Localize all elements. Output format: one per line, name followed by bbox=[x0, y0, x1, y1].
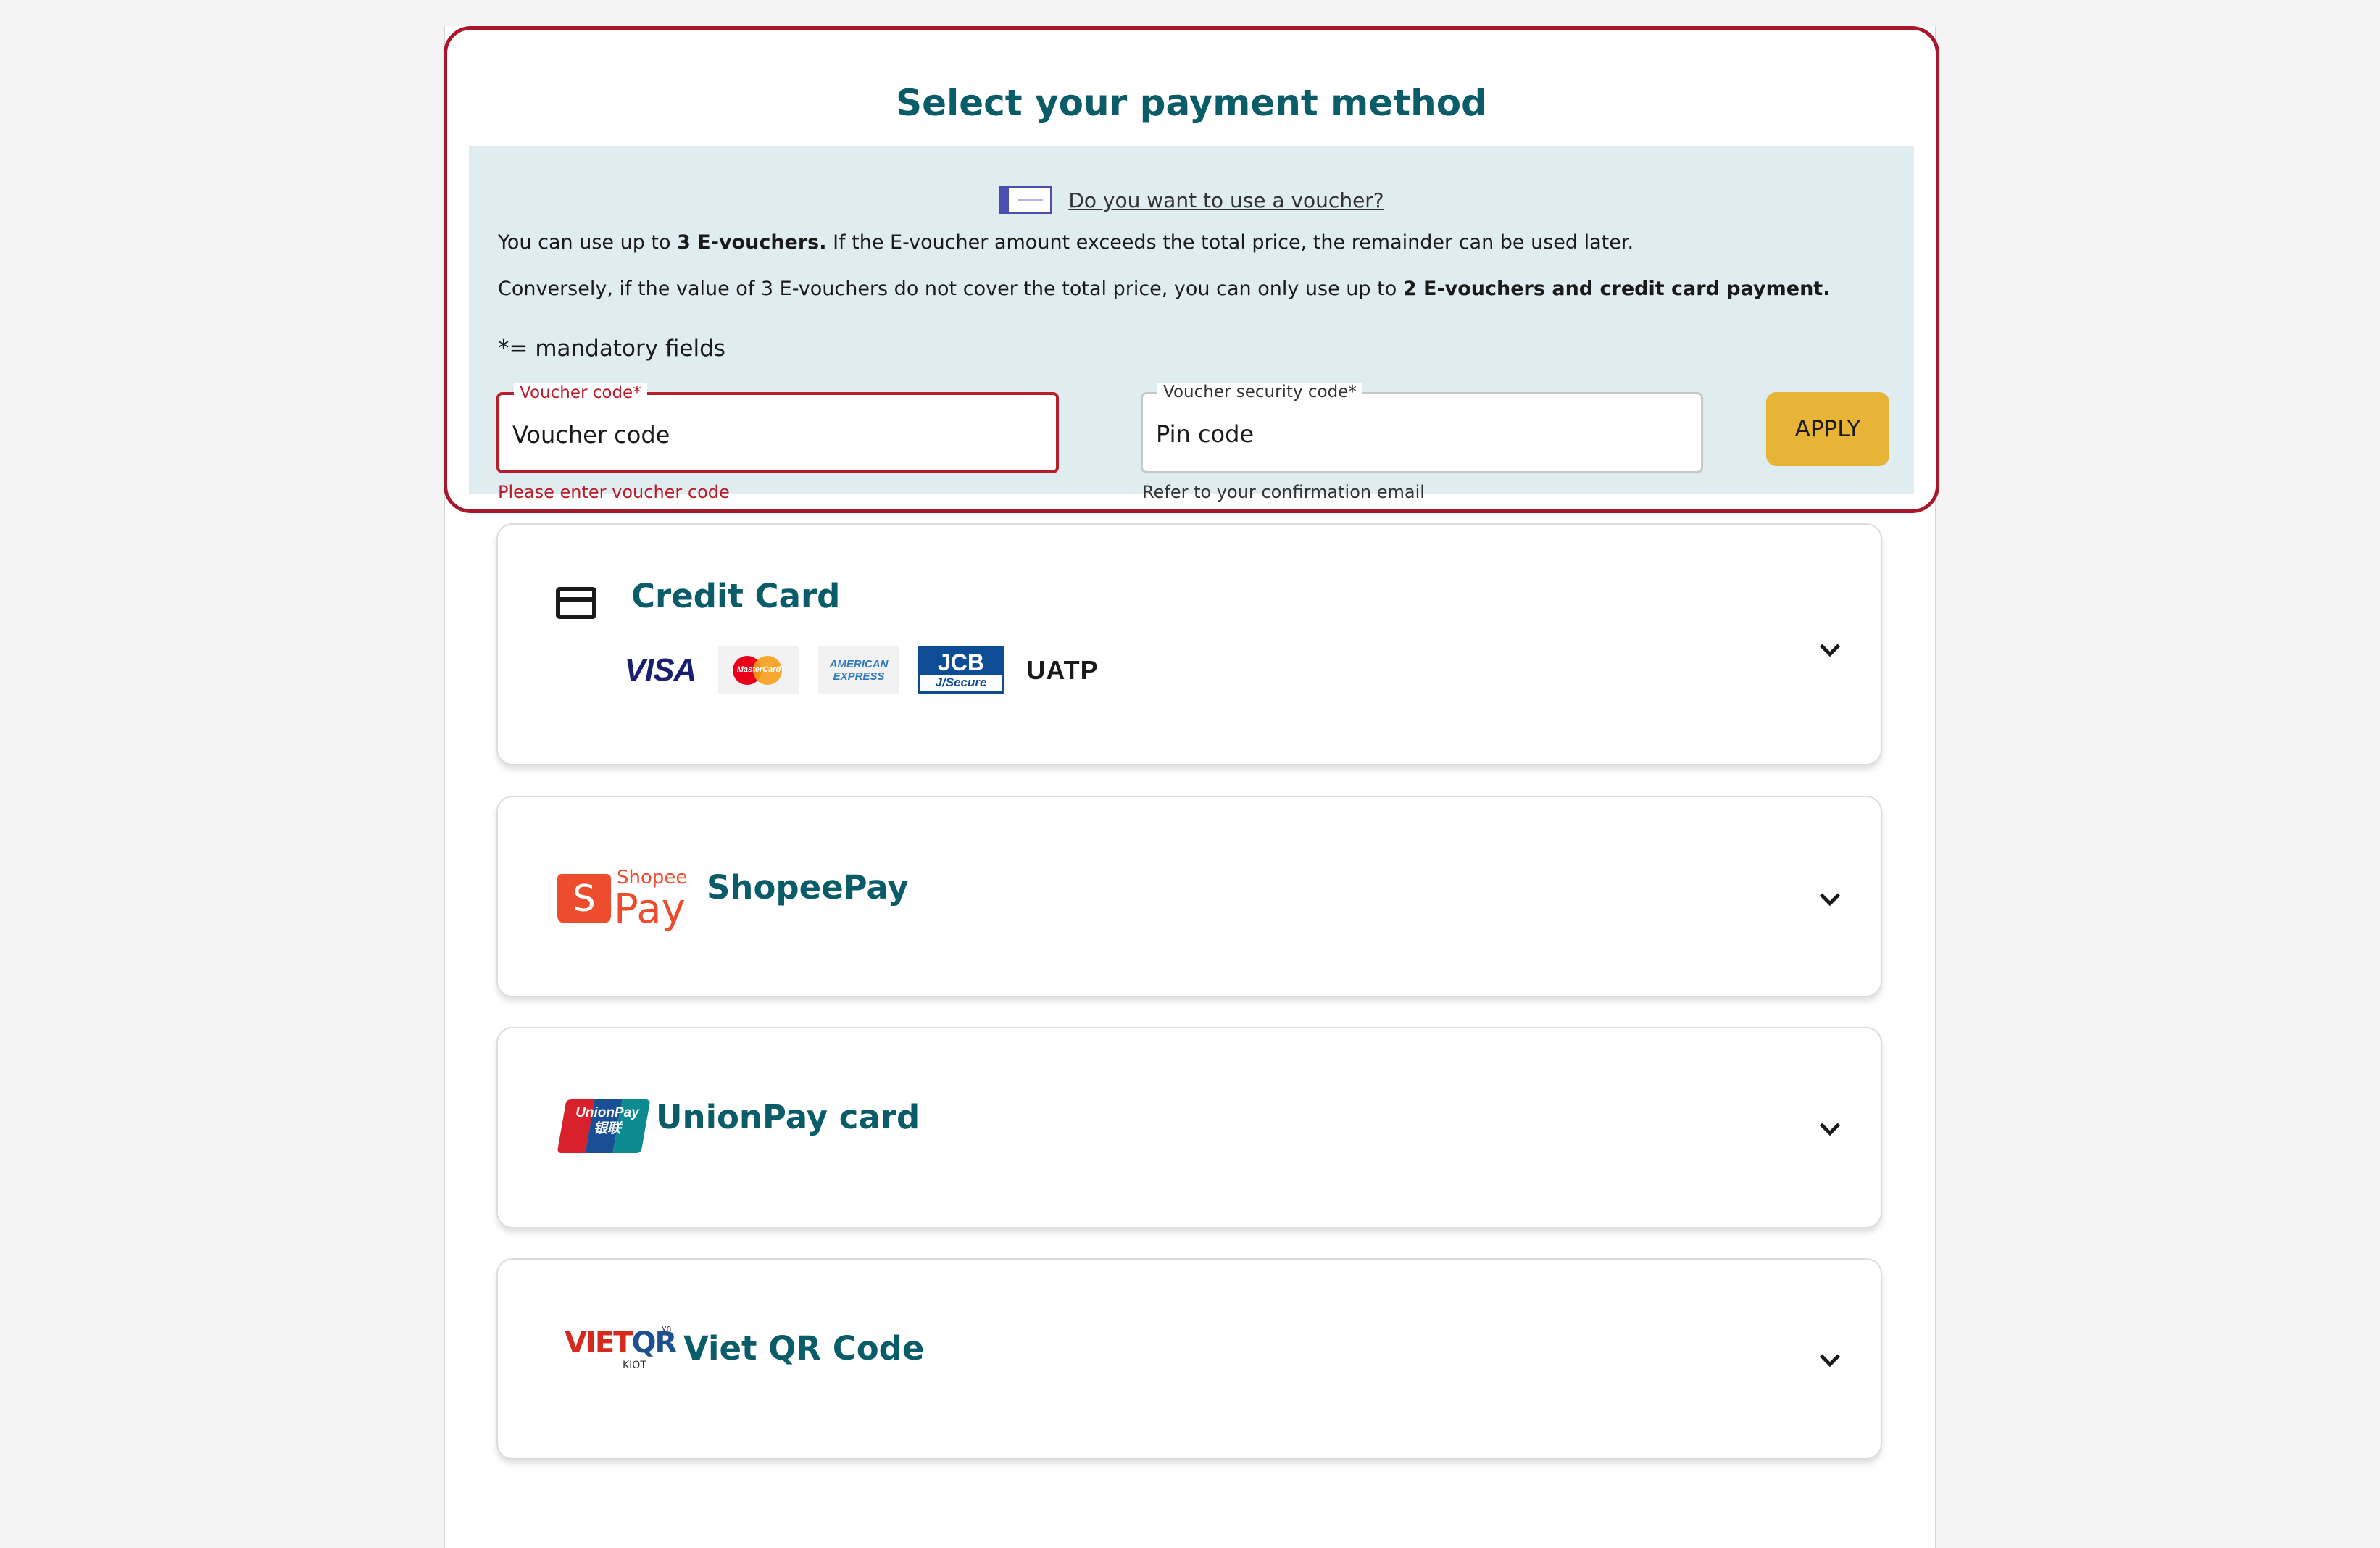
vietqr-kiot-text: KIOT bbox=[623, 1360, 646, 1371]
method-name-vietqr: Viet QR Code bbox=[683, 1329, 925, 1368]
info-bold-text: 3 E-vouchers. bbox=[677, 231, 827, 254]
payment-method-unionpay[interactable]: UnionPay 银联 UnionPay card bbox=[496, 1027, 1882, 1228]
apply-voucher-button[interactable]: APPLY bbox=[1766, 392, 1889, 466]
voucher-section: Select your payment method Do you want t… bbox=[444, 26, 1939, 513]
voucher-pin-field: Voucher security code* bbox=[1141, 383, 1703, 473]
shopee-bag-icon: S bbox=[557, 874, 611, 923]
method-name-shopeepay: ShopeePay bbox=[707, 868, 909, 907]
credit-card-icon bbox=[556, 587, 596, 619]
vietqr-viet-text: VIET bbox=[565, 1326, 633, 1360]
amex-logo: AMERICAN EXPRESS bbox=[818, 646, 899, 694]
chevron-down-icon[interactable] bbox=[1819, 1115, 1841, 1136]
payment-method-shopeepay[interactable]: S Shopee Pay ShopeePay bbox=[496, 796, 1882, 997]
chevron-down-icon[interactable] bbox=[1819, 885, 1841, 907]
voucher-info-line-1: You can use up to 3 E-vouchers. If the E… bbox=[498, 231, 1634, 254]
voucher-code-input[interactable] bbox=[512, 417, 1043, 453]
voucher-info-line-2: Conversely, if the value of 3 E-vouchers… bbox=[498, 278, 1830, 300]
method-name-unionpay: UnionPay card bbox=[656, 1098, 920, 1136]
payment-method-vietqr[interactable]: VIETQR vn KIOT Viet QR Code bbox=[496, 1258, 1882, 1460]
page-title: Select your payment method bbox=[896, 82, 1487, 124]
voucher-pin-helper: Refer to your confirmation email bbox=[1142, 482, 1425, 502]
unionpay-logo-line1: UnionPay bbox=[575, 1105, 639, 1120]
use-voucher-link[interactable]: Do you want to use a voucher? bbox=[1068, 188, 1384, 212]
chevron-down-icon[interactable] bbox=[1819, 636, 1841, 657]
voucher-code-error: Please enter voucher code bbox=[498, 482, 730, 502]
voucher-code-label: Voucher code* bbox=[514, 383, 647, 402]
info-bold-text: 2 E-vouchers and credit card payment. bbox=[1402, 278, 1831, 300]
jcb-text: JCB bbox=[937, 649, 984, 675]
mastercard-logo: MasterCard bbox=[718, 646, 799, 694]
voucher-pin-label: Voucher security code* bbox=[1157, 383, 1362, 401]
unionpay-logo-text: UnionPay 银联 bbox=[567, 1105, 647, 1137]
voucher-pin-input[interactable] bbox=[1156, 416, 1688, 452]
amex-line1: AMERICAN bbox=[829, 658, 889, 670]
mastercard-text: MasterCard bbox=[736, 665, 781, 674]
vietqr-wordmark: VIETQR bbox=[565, 1326, 677, 1360]
info-text: You can use up to bbox=[498, 231, 678, 254]
vietqr-logo: VIETQR vn KIOT bbox=[565, 1323, 677, 1384]
shopee-pay-word: Pay bbox=[614, 886, 686, 933]
visa-logo: VISA bbox=[624, 652, 697, 688]
voucher-code-field: Voucher code* bbox=[496, 383, 1059, 473]
info-text: Conversely, if the value of 3 E-vouchers… bbox=[498, 278, 1403, 300]
uatp-logo: UATP bbox=[1026, 655, 1099, 685]
shopeepay-logo: S Shopee Pay bbox=[557, 867, 692, 933]
chevron-down-icon[interactable] bbox=[1819, 1346, 1841, 1368]
voucher-link-row: Do you want to use a voucher? bbox=[469, 186, 1914, 214]
method-name-credit-card: Credit Card bbox=[631, 577, 841, 615]
voucher-ticket-icon bbox=[999, 186, 1053, 214]
voucher-panel: Do you want to use a voucher? You can us… bbox=[469, 146, 1914, 502]
card-brands: VISA MasterCard AMERICAN EXPRESS JCB J/S… bbox=[621, 646, 1102, 694]
mandatory-fields-note: *= mandatory fields bbox=[498, 336, 725, 362]
payment-method-credit-card[interactable]: Credit Card VISA MasterCard AMERICAN EXP… bbox=[496, 523, 1882, 765]
vietqr-vn-text: vn bbox=[662, 1323, 672, 1333]
jcb-logo: JCB J/Secure bbox=[918, 646, 1004, 694]
info-text: If the E-voucher amount exceeds the tota… bbox=[826, 231, 1634, 254]
unionpay-logo-line2: 银联 bbox=[593, 1121, 621, 1136]
amex-line2: EXPRESS bbox=[833, 670, 885, 683]
jcb-secure-text: J/Secure bbox=[920, 675, 1002, 691]
